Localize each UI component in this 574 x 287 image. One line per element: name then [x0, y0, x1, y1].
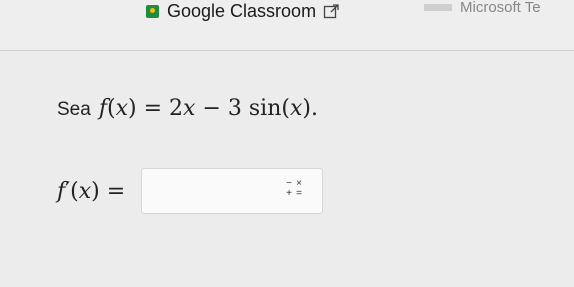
keypad-equals-symbol: =: [296, 188, 303, 199]
math-keypad-button[interactable]: − × + =: [284, 177, 308, 203]
answer-row: f′(x) = − × + =: [57, 168, 324, 214]
answer-field[interactable]: − × + =: [141, 168, 324, 214]
microsoft-teams-label: Microsoft Te: [460, 0, 541, 16]
microsoft-teams-link[interactable]: Microsoft Te: [424, 0, 541, 16]
problem-statement: Sea f(x) = 2x − 3 sin(x).: [57, 96, 318, 121]
google-classroom-label: Google Classroom: [167, 0, 317, 21]
external-link-icon: [323, 3, 339, 18]
derivative-label: f′(x) =: [57, 178, 126, 204]
google-classroom-link[interactable]: Google Classroom: [146, 0, 340, 22]
function-expression: f(x) = 2x − 3 sin(x).: [98, 96, 318, 121]
prompt-word: Sea: [57, 99, 91, 120]
top-bar: Google Classroom Microsoft Te: [0, 0, 574, 50]
keypad-plus-symbol: +: [286, 188, 293, 199]
google-classroom-icon: [146, 4, 159, 18]
header-divider: [0, 50, 574, 51]
microsoft-logo-icon: [424, 3, 452, 11]
answer-input[interactable]: [148, 173, 283, 209]
